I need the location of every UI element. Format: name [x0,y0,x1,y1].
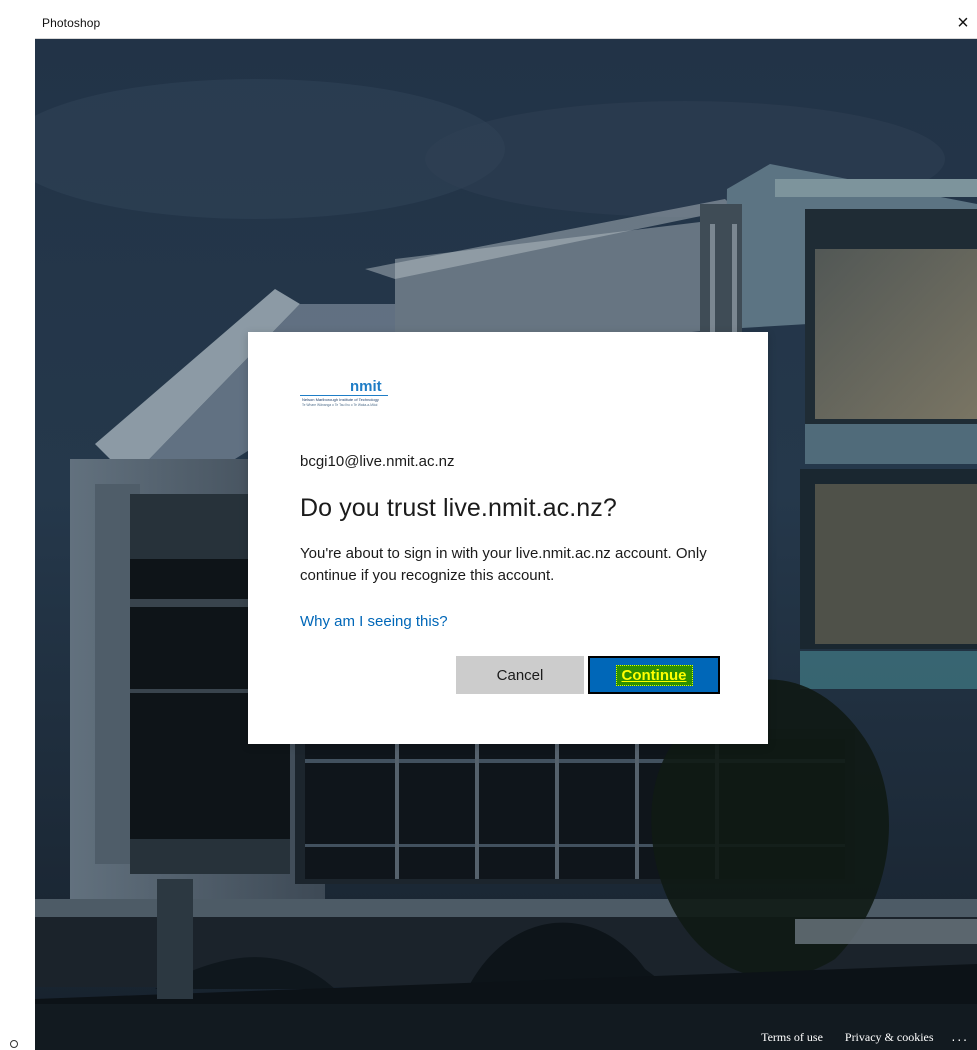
close-button[interactable]: × [949,8,977,38]
why-seeing-this-link[interactable]: Why am I seeing this? [300,613,448,630]
screen: Photoshop × nmit Nelson Marlborough Inst… [0,0,977,1050]
privacy-cookies-link[interactable]: Privacy & cookies [845,1030,934,1045]
trust-dialog: nmit Nelson Marlborough Institute of Tec… [248,332,768,744]
logo-word: nmit [350,378,382,395]
window-title: Photoshop [42,16,101,30]
dialog-message: You're about to sign in with your live.n… [300,545,707,584]
background-image: nmit Nelson Marlborough Institute of Tec… [35,39,977,1050]
account-email: bcgi10@live.nmit.ac.nz [300,453,455,470]
logo-subtext-line1: Nelson Marlborough Institute of Technolo… [302,397,379,402]
left-desktop-strip [0,0,35,1050]
more-icon[interactable]: ... [952,1030,969,1044]
continue-button[interactable]: Continue [588,656,720,694]
corner-circle-indicator [10,1040,18,1048]
cancel-button[interactable]: Cancel [456,656,584,694]
continue-button-label: Continue [615,664,693,686]
organization-logo: nmit Nelson Marlborough Institute of Tec… [300,375,388,411]
dialog-title: Do you trust live.nmit.ac.nz? [300,494,617,522]
footer-links: Terms of use Privacy & cookies ... [761,1026,969,1048]
window-titlebar: Photoshop × [35,8,977,39]
close-icon: × [957,12,969,34]
signin-window: Photoshop × nmit Nelson Marlborough Inst… [35,8,977,1050]
logo-subtext-line2: Te Whare Wānanga o Te Tau Ihu o Te Waka-… [302,403,378,407]
terms-of-use-link[interactable]: Terms of use [761,1030,823,1045]
cancel-button-label: Cancel [496,666,544,684]
